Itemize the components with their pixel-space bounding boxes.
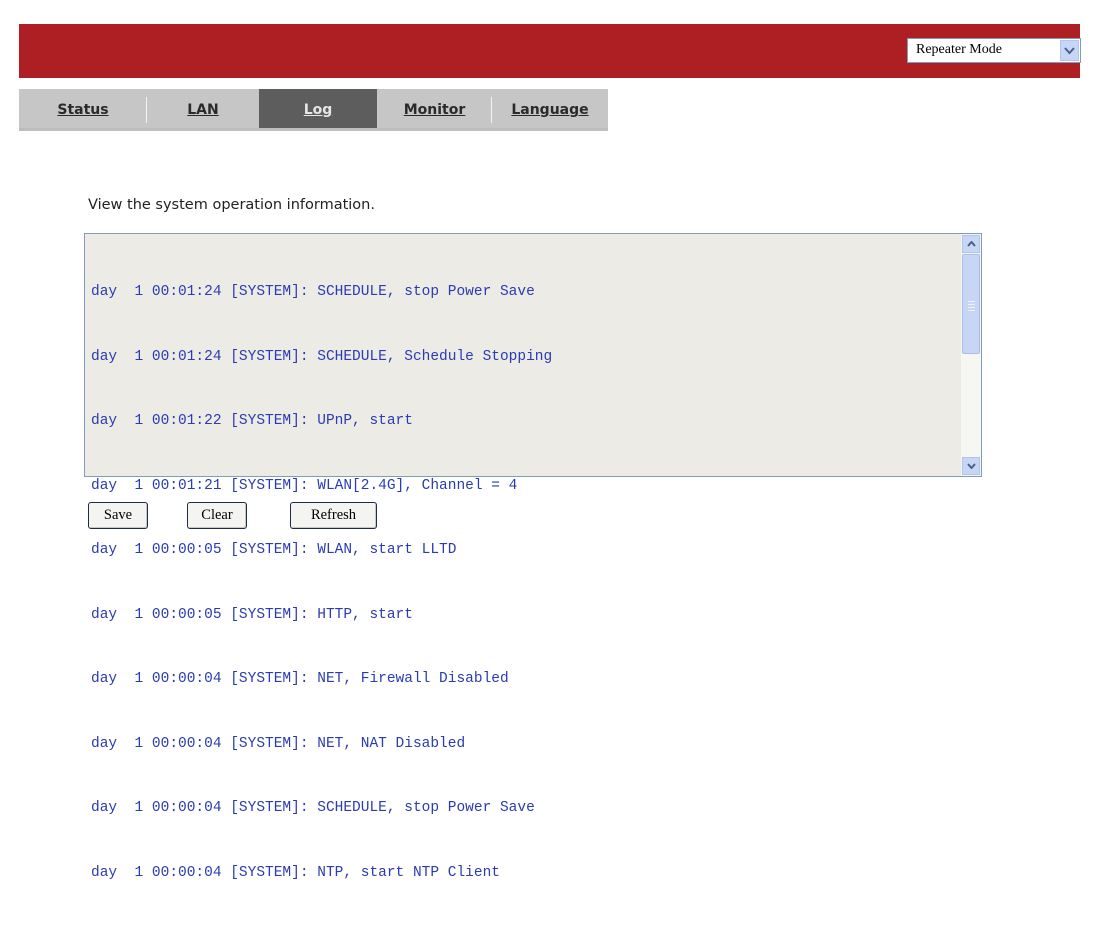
tab-label: Language: [511, 102, 589, 118]
log-line: day 1 00:01:24 [SYSTEM]: SCHEDULE, stop …: [91, 284, 535, 300]
grip-icon: [968, 301, 975, 313]
save-button[interactable]: Save: [88, 502, 148, 529]
log-lines: day 1 00:01:24 [SYSTEM]: SCHEDULE, stop …: [91, 239, 552, 927]
tab-language[interactable]: Language: [492, 89, 608, 131]
scrollbar-thumb[interactable]: [962, 254, 980, 354]
vertical-scrollbar[interactable]: [961, 234, 981, 476]
log-line: day 1 00:01:22 [SYSTEM]: UPnP, start: [91, 413, 413, 429]
log-line: day 1 00:01:24 [SYSTEM]: SCHEDULE, Sched…: [91, 348, 553, 365]
tab-label: LAN: [187, 102, 219, 118]
log-line: day 1 00:00:05 [SYSTEM]: HTTP, start: [91, 606, 413, 623]
tab-label: Monitor: [403, 102, 466, 118]
log-line: day 1 00:00:04 [SYSTEM]: SCHEDULE, stop …: [91, 800, 535, 816]
tab-bar: Status LAN Log Monitor Language: [19, 89, 608, 131]
log-line: day 1 00:00:05 [SYSTEM]: WLAN, start LLT…: [91, 542, 457, 558]
mode-select[interactable]: Repeater Mode: [907, 38, 1081, 63]
scroll-down-icon[interactable]: [962, 457, 980, 475]
log-line: day 1 00:01:21 [SYSTEM]: WLAN[2.4G], Cha…: [91, 477, 518, 494]
tab-monitor[interactable]: Monitor: [377, 89, 492, 131]
log-line: day 1 00:00:04 [SYSTEM]: NTP, start NTP …: [91, 864, 500, 881]
tab-log[interactable]: Log: [259, 89, 377, 131]
system-log-textarea[interactable]: day 1 00:01:24 [SYSTEM]: SCHEDULE, stop …: [84, 233, 982, 881]
log-line: day 1 00:00:04 [SYSTEM]: NET, NAT Disabl…: [91, 735, 466, 752]
scroll-up-icon[interactable]: [962, 235, 980, 253]
mode-select-value: Repeater Mode: [916, 42, 1002, 57]
clear-button[interactable]: Clear: [187, 502, 247, 529]
chevron-down-icon[interactable]: [1060, 40, 1079, 61]
tab-underline: [19, 128, 608, 131]
refresh-button[interactable]: Refresh: [290, 502, 377, 529]
tab-label: Status: [57, 102, 109, 118]
tab-lan[interactable]: LAN: [147, 89, 259, 131]
tab-label: Log: [303, 102, 333, 118]
log-line: day 1 00:00:04 [SYSTEM]: NET, Firewall D…: [91, 671, 509, 687]
page-description: View the system operation information.: [88, 197, 375, 213]
tab-status[interactable]: Status: [19, 89, 147, 131]
